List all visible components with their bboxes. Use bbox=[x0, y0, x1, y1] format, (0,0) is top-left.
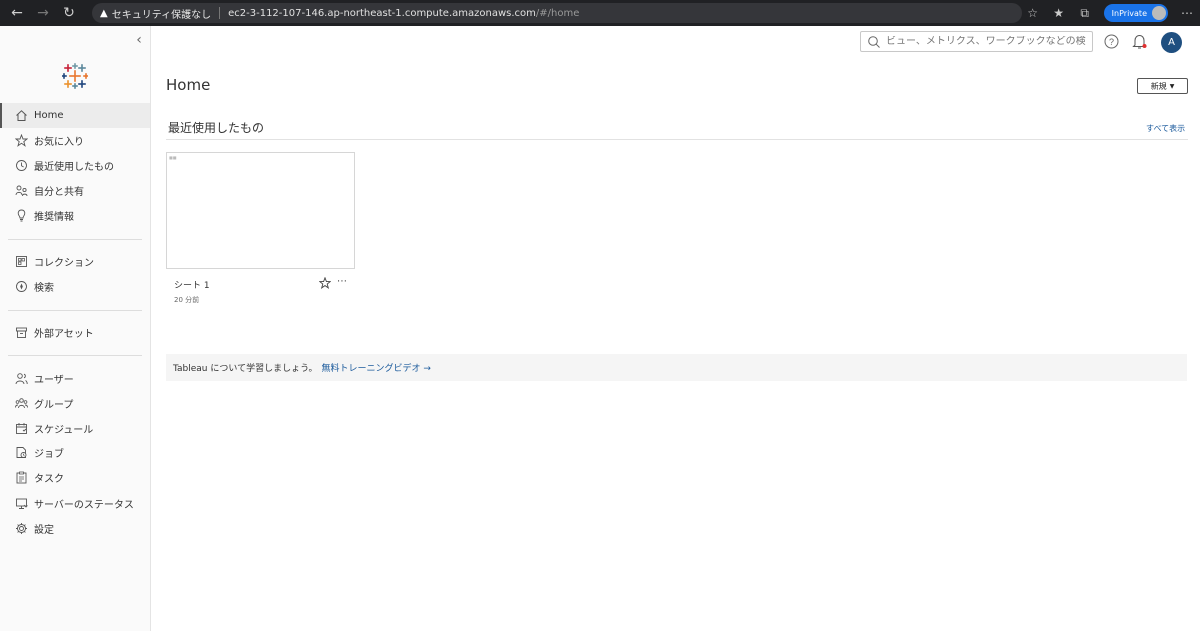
search-input[interactable] bbox=[886, 36, 1086, 47]
sidebar-item-label: タスク bbox=[34, 474, 64, 485]
sidebar-item-label: 推奨情報 bbox=[34, 212, 74, 223]
groups-icon bbox=[15, 397, 28, 410]
section-divider bbox=[166, 139, 1188, 140]
sidebar-item-collections[interactable]: コレクション bbox=[0, 249, 150, 274]
compass-icon bbox=[15, 280, 28, 293]
sidebar: ‹ Home お気に入り 最近使用したもの 自分と共有 推奨情報 コレクション … bbox=[0, 26, 151, 631]
user-avatar[interactable]: A bbox=[1161, 32, 1182, 53]
sidebar-item-label: スケジュール bbox=[34, 425, 94, 436]
sidebar-item-label: Home bbox=[34, 110, 64, 121]
sidebar-item-label: コレクション bbox=[34, 258, 94, 269]
sidebar-item-favorites[interactable]: お気に入り bbox=[0, 128, 150, 153]
banner-text: Tableau について学習しましょう。 bbox=[173, 364, 318, 374]
workbook-thumbnail[interactable]: ■■ bbox=[166, 152, 355, 269]
sidebar-item-recommendations[interactable]: 推奨情報 bbox=[0, 203, 150, 228]
collections-icon[interactable]: ⧉ bbox=[1072, 0, 1098, 26]
tableau-logo-icon bbox=[62, 63, 88, 89]
sidebar-item-explore[interactable]: 検索 bbox=[0, 274, 150, 299]
recent-item-name[interactable]: シート 1 bbox=[174, 278, 210, 291]
clock-icon bbox=[15, 159, 28, 172]
url-separator bbox=[219, 7, 221, 19]
users-icon bbox=[15, 372, 28, 385]
back-arrow-icon[interactable]: ← bbox=[6, 2, 28, 24]
shared-users-icon bbox=[15, 184, 28, 197]
sidebar-item-label: 検索 bbox=[34, 283, 54, 294]
clipboard-icon bbox=[15, 471, 28, 484]
chevron-down-icon: ▼ bbox=[1169, 82, 1175, 90]
sidebar-item-recents[interactable]: 最近使用したもの bbox=[0, 153, 150, 178]
sidebar-item-label: ユーザー bbox=[34, 375, 74, 386]
reload-icon[interactable]: ↻ bbox=[58, 2, 80, 24]
thumbnail-placeholder-icon: ■■ bbox=[169, 155, 177, 160]
server-status-icon bbox=[15, 497, 28, 510]
sidebar-item-shared-with-me[interactable]: 自分と共有 bbox=[0, 178, 150, 203]
favorite-star-icon[interactable] bbox=[319, 277, 331, 289]
sidebar-item-label: 設定 bbox=[34, 525, 54, 536]
sidebar-item-jobs[interactable]: ジョブ bbox=[0, 440, 150, 465]
sidebar-item-server-status[interactable]: サーバーのステータス bbox=[0, 491, 150, 516]
lightbulb-icon bbox=[15, 209, 28, 222]
more-actions-icon[interactable]: ⋯ bbox=[337, 276, 347, 287]
search-icon bbox=[868, 35, 880, 48]
inprivate-label: InPrivate bbox=[1111, 8, 1147, 18]
calendar-icon bbox=[15, 422, 28, 435]
training-video-link[interactable]: 無料トレーニングビデオ → bbox=[322, 361, 431, 374]
new-button[interactable]: 新規 ▼ bbox=[1137, 78, 1188, 94]
favorite-add-icon[interactable]: ☆ bbox=[1020, 0, 1046, 26]
archive-icon bbox=[15, 326, 28, 339]
gear-icon bbox=[15, 522, 28, 535]
sidebar-divider bbox=[8, 239, 142, 240]
sidebar-item-label: サーバーのステータス bbox=[34, 500, 134, 511]
new-button-label: 新規 bbox=[1150, 81, 1167, 91]
recents-section-title: 最近使用したもの bbox=[168, 121, 265, 135]
favorites-icon[interactable]: ★ bbox=[1046, 0, 1072, 26]
collection-icon bbox=[15, 255, 28, 268]
warning-icon: ▲ bbox=[100, 7, 108, 19]
security-label: セキュリティ保護なし bbox=[111, 9, 212, 21]
url-path: /#/home bbox=[535, 7, 580, 19]
sidebar-item-settings[interactable]: 設定 bbox=[0, 516, 150, 541]
svg-text:?: ? bbox=[1109, 37, 1114, 47]
sidebar-divider bbox=[8, 310, 142, 311]
show-all-link[interactable]: すべて表示 bbox=[1146, 123, 1185, 134]
sidebar-item-label: 自分と共有 bbox=[34, 187, 84, 198]
more-menu-icon[interactable]: ⋯ bbox=[1174, 0, 1200, 26]
recent-item-time: 20 分前 bbox=[174, 296, 200, 304]
sidebar-item-groups[interactable]: グループ bbox=[0, 391, 150, 416]
job-icon bbox=[15, 446, 28, 459]
sidebar-item-external-assets[interactable]: 外部アセット bbox=[0, 320, 150, 345]
sidebar-item-schedules[interactable]: スケジュール bbox=[0, 416, 150, 441]
sidebar-item-tasks[interactable]: タスク bbox=[0, 465, 150, 490]
sidebar-item-users[interactable]: ユーザー bbox=[0, 366, 150, 391]
sidebar-item-label: グループ bbox=[34, 400, 74, 411]
forward-arrow-icon[interactable]: → bbox=[32, 2, 54, 24]
star-icon bbox=[15, 134, 28, 147]
search-box[interactable] bbox=[860, 31, 1093, 52]
sidebar-item-label: 外部アセット bbox=[34, 329, 94, 340]
inprivate-badge[interactable]: InPrivate bbox=[1103, 4, 1168, 22]
learning-banner: Tableau について学習しましょう。 無料トレーニングビデオ → bbox=[166, 354, 1187, 381]
sidebar-item-label: お気に入り bbox=[34, 137, 84, 148]
sidebar-item-label: ジョブ bbox=[34, 449, 64, 460]
help-icon[interactable]: ? bbox=[1104, 34, 1119, 49]
collapse-sidebar-icon[interactable]: ‹ bbox=[132, 32, 146, 48]
profile-avatar bbox=[1152, 6, 1166, 20]
browser-toolbar: ← → ↻ ▲ セキュリティ保護なし ec2-3-112-107-146.ap-… bbox=[0, 0, 1200, 26]
page-title: Home bbox=[166, 76, 211, 94]
sidebar-item-home[interactable]: Home bbox=[0, 103, 150, 128]
url-host: ec2-3-112-107-146.ap-northeast-1.compute… bbox=[228, 7, 536, 19]
notification-bell-icon[interactable] bbox=[1132, 33, 1148, 50]
address-bar[interactable]: ▲ セキュリティ保護なし ec2-3-112-107-146.ap-northe… bbox=[92, 3, 1022, 23]
sidebar-divider bbox=[8, 355, 142, 356]
sidebar-item-label: 最近使用したもの bbox=[34, 162, 114, 173]
home-icon bbox=[15, 109, 28, 122]
